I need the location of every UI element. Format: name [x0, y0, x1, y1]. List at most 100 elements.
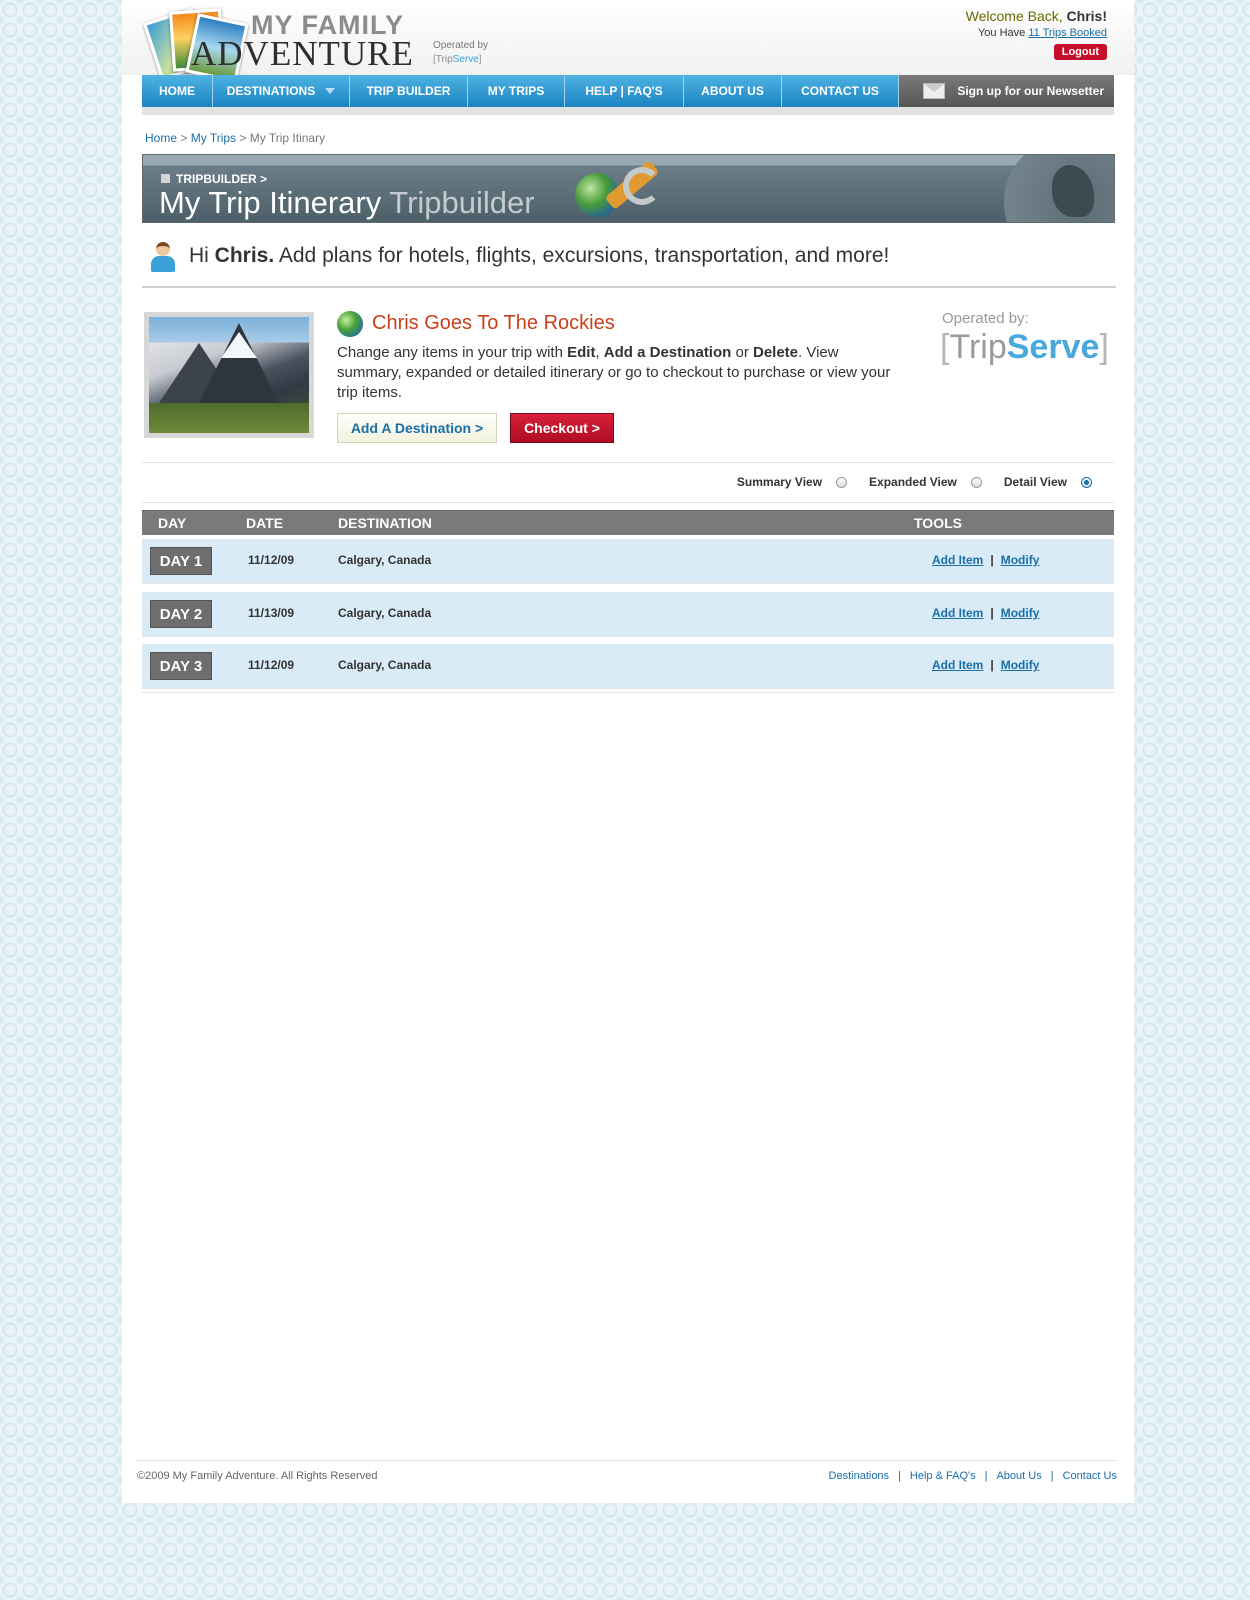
site-logo[interactable]: MY FAMILY ADVENTURE Operated by [TripSer… — [143, 4, 507, 83]
trips-booked-link[interactable]: 11 Trips Booked — [1028, 27, 1107, 39]
welcome-prefix: Welcome Back, — [965, 8, 1067, 24]
view-label: Expanded View — [869, 475, 957, 489]
detail-view-option[interactable]: Detail View — [1004, 475, 1092, 489]
site-header: MY FAMILY ADVENTURE Operated by [TripSer… — [122, 0, 1134, 83]
newsletter-label: Sign up for our Newsetter — [957, 84, 1104, 98]
desc-text: , — [595, 344, 604, 361]
summary-view-radio[interactable] — [836, 476, 848, 488]
nav-label: HELP | FAQ'S — [585, 84, 663, 98]
row-date: 11/13/09 — [248, 606, 295, 620]
logo-operated-by: Operated by [TripServe] — [433, 39, 513, 67]
breadcrumb-sep: > — [177, 131, 191, 145]
breadcrumb-my-trips[interactable]: My Trips — [191, 131, 236, 145]
greeting-name: Chris. — [214, 244, 275, 267]
trip-title: Chris Goes To The Rockies — [372, 312, 615, 334]
row-destination: Calgary, Canada — [338, 658, 432, 672]
row-destination: Calgary, Canada — [338, 606, 432, 620]
add-item-link[interactable]: Add Item — [932, 553, 983, 567]
breadcrumb-home[interactable]: Home — [145, 131, 177, 145]
detail-view-radio[interactable] — [1081, 476, 1092, 488]
nav-label: TRIP BUILDER — [366, 84, 451, 98]
add-item-link[interactable]: Add Item — [932, 606, 983, 620]
breadcrumb-current: My Trip Itinary — [249, 131, 326, 145]
page-title-sub: Tripbuilder — [389, 185, 535, 220]
desc-add: Add a Destination — [603, 344, 732, 361]
tripserve-logo: [TripServe] — [940, 328, 1109, 367]
operated-by-label: Operated by: — [942, 310, 1029, 327]
column-date: DATE — [246, 515, 284, 531]
footer-link-destinations[interactable]: Destinations — [829, 1470, 890, 1482]
modify-link[interactable]: Modify — [1001, 606, 1040, 620]
chevron-down-icon — [325, 88, 336, 94]
nav-label: ABOUT US — [701, 84, 764, 98]
summary-view-option[interactable]: Summary View — [737, 475, 848, 489]
trip-photo — [144, 312, 314, 438]
nav-label: CONTACT US — [801, 84, 879, 98]
main-nav: HOME DESTINATIONS TRIP BUILDER MY TRIPS … — [142, 75, 1114, 107]
checkout-button[interactable]: Checkout > — [510, 413, 614, 443]
day-badge: DAY 1 — [150, 547, 212, 575]
nav-contact-us[interactable]: CONTACT US — [782, 75, 899, 107]
table-row: DAY 1 11/12/09 Calgary, Canada Add Item |… — [142, 539, 1114, 584]
trip-description: Change any items in your trip with Edit,… — [337, 343, 897, 403]
desc-text: or — [731, 344, 753, 361]
nav-my-trips[interactable]: MY TRIPS — [468, 75, 565, 107]
row-date: 11/12/09 — [248, 553, 295, 567]
breadcrumb-sep: > — [236, 131, 250, 145]
nav-shadow — [142, 107, 1114, 115]
nav-trip-builder[interactable]: TRIP BUILDER — [350, 75, 468, 107]
tools-sep: | — [990, 658, 994, 672]
table-row: DAY 3 11/12/09 Calgary, Canada Add Item |… — [142, 644, 1114, 689]
desc-delete: Delete — [753, 344, 799, 361]
footer-link-contact[interactable]: Contact Us — [1063, 1470, 1117, 1482]
footer-sep: | — [898, 1470, 901, 1482]
footer-link-help[interactable]: Help & FAQ's — [910, 1470, 976, 1482]
nav-label: MY TRIPS — [487, 84, 545, 98]
divider — [142, 502, 1114, 503]
brand-trip: Trip — [949, 328, 1007, 366]
snow-peak — [221, 332, 257, 358]
nav-destinations[interactable]: DESTINATIONS — [213, 75, 350, 107]
logout-button[interactable]: Logout — [1053, 44, 1107, 60]
add-item-link[interactable]: Add Item — [932, 658, 983, 672]
copyright-text: ©2009 My Family Adventure. All Rights Re… — [137, 1470, 378, 1482]
footer-link-about[interactable]: About Us — [996, 1470, 1041, 1482]
add-destination-button[interactable]: Add A Destination > — [337, 413, 497, 443]
tripserve-mini-logo: [TripServe] — [433, 53, 513, 67]
row-tools: Add Item | Modify — [932, 553, 1039, 567]
expanded-view-radio[interactable] — [970, 476, 982, 488]
wrench-head-icon — [623, 167, 661, 205]
bracket: ] — [478, 54, 482, 65]
table-header: DAY DATE DESTINATION TOOLS — [142, 510, 1114, 535]
nav-help-faqs[interactable]: HELP | FAQ'S — [565, 75, 684, 107]
nav-home[interactable]: HOME — [142, 75, 213, 107]
banner-kicker: TRIPBUILDER > — [176, 172, 268, 186]
footer-links: Destinations | Help & FAQ's | About Us | Conta… — [829, 1470, 1117, 1482]
page-container: MY FAMILY ADVENTURE Operated by [TripSer… — [122, 0, 1134, 1503]
row-date: 11/12/09 — [248, 658, 295, 672]
breadcrumb: Home > My Trips > My Trip Itinary — [145, 131, 325, 145]
welcome-panel: Welcome Back, Chris! You Have 11 Trips B… — [966, 8, 1107, 60]
page-title: My Trip Itinerary Tripbuilder — [159, 185, 535, 221]
day-badge: DAY 3 — [150, 652, 212, 680]
view-toggle-group: Summary View Expanded View Detail View — [715, 475, 1092, 489]
page-title-main: My Trip Itinerary — [159, 185, 382, 220]
desc-edit: Edit — [567, 344, 596, 361]
expanded-view-option[interactable]: Expanded View — [869, 475, 982, 489]
desc-text: Change any items in your trip with — [337, 344, 568, 361]
welcome-line: Welcome Back, Chris! — [966, 8, 1107, 24]
brand-trip: Trip — [435, 54, 453, 65]
greeting-bar: Hi Chris. Add plans for hotels, flights,… — [142, 236, 1116, 288]
newsletter-signup[interactable]: Sign up for our Newsetter — [899, 75, 1114, 107]
row-tools: Add Item | Modify — [932, 658, 1039, 672]
table-row: DAY 2 11/13/09 Calgary, Canada Add Item |… — [142, 592, 1114, 637]
table-bottom-line — [142, 692, 1114, 693]
nav-label: HOME — [159, 84, 195, 98]
page-banner: TRIPBUILDER > My Trip Itinerary Tripbuil… — [142, 154, 1115, 223]
modify-link[interactable]: Modify — [1001, 658, 1040, 672]
tools-sep: | — [990, 553, 994, 567]
nav-about-us[interactable]: ABOUT US — [684, 75, 782, 107]
modify-link[interactable]: Modify — [1001, 553, 1040, 567]
column-destination: DESTINATION — [338, 515, 432, 531]
brand-serve: Serve — [1006, 328, 1100, 366]
